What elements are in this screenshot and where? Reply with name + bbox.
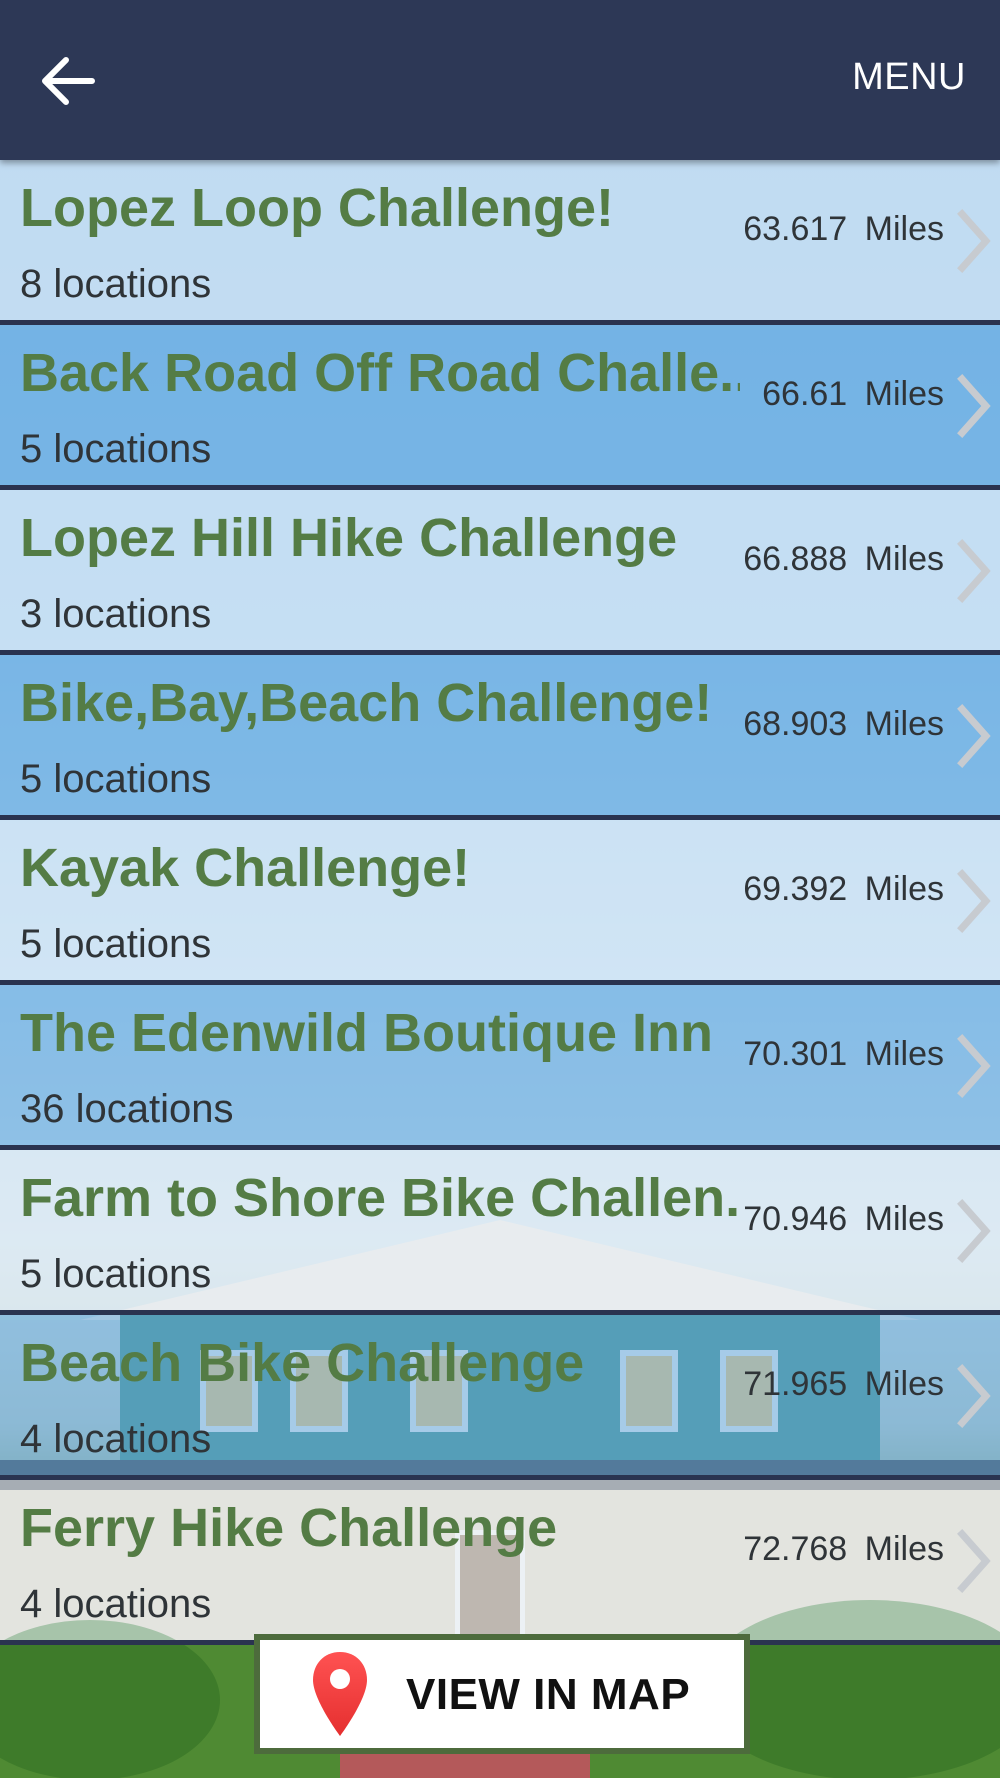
challenge-title: Ferry Hike Challenge — [20, 1498, 558, 1558]
challenge-title: Kayak Challenge! — [20, 838, 471, 898]
challenge-row[interactable]: Lopez Hill Hike Challenge 3 locations 66.8… — [0, 490, 1000, 655]
challenge-row[interactable]: Bike,Bay,Beach Challenge! 5 locations 68.9… — [0, 655, 1000, 820]
challenge-list: Lopez Loop Challenge! 8 locations 63.617 M… — [0, 160, 1000, 1645]
chevron-right-icon — [957, 209, 991, 273]
challenge-title: Lopez Hill Hike Challenge — [20, 508, 678, 568]
challenge-location-count: 8 locations — [20, 262, 212, 306]
challenge-row[interactable]: Back Road Off Road Challe.. 5 locations 66… — [0, 325, 1000, 490]
chevron-right-icon — [957, 869, 991, 933]
challenge-distance: 71.965 Miles — [743, 1365, 944, 1403]
challenge-location-count: 4 locations — [20, 1417, 212, 1461]
back-button[interactable] — [32, 50, 102, 112]
challenge-distance: 68.903 Miles — [743, 705, 944, 743]
challenge-location-count: 5 locations — [20, 1252, 212, 1296]
challenge-location-count: 5 locations — [20, 757, 212, 801]
challenge-row[interactable]: Farm to Shore Bike Challen.. 5 locations 7… — [0, 1150, 1000, 1315]
arrow-left-icon — [42, 57, 95, 105]
challenge-distance: 70.301 Miles — [743, 1035, 944, 1073]
challenge-row[interactable]: The Edenwild Boutique Inn 36 locations 70.… — [0, 985, 1000, 1150]
chevron-right-icon — [957, 1199, 991, 1263]
challenge-location-count: 5 locations — [20, 922, 212, 966]
challenge-distance: 69.392 Miles — [743, 870, 944, 908]
challenge-title: Back Road Off Road Challe.. — [20, 343, 740, 403]
challenge-location-count: 3 locations — [20, 592, 212, 636]
challenge-title: Beach Bike Challenge — [20, 1333, 585, 1393]
chevron-right-icon — [957, 1529, 991, 1593]
menu-button[interactable]: MENU — [852, 56, 966, 99]
chevron-right-icon — [957, 374, 991, 438]
challenge-title: Farm to Shore Bike Challen.. — [20, 1168, 740, 1228]
challenge-row[interactable]: Kayak Challenge! 5 locations 69.392 Miles — [0, 820, 1000, 985]
challenge-distance: 70.946 Miles — [743, 1200, 944, 1238]
chevron-right-icon — [957, 1034, 991, 1098]
challenge-title: Lopez Loop Challenge! — [20, 178, 614, 238]
challenge-title: Bike,Bay,Beach Challenge! — [20, 673, 713, 733]
challenge-row[interactable]: Beach Bike Challenge 4 locations 71.965 Mi… — [0, 1315, 1000, 1480]
view-in-map-button[interactable]: VIEW IN MAP — [254, 1634, 750, 1754]
challenge-distance: 72.768 Miles — [743, 1530, 944, 1568]
view-in-map-label: VIEW IN MAP — [406, 1670, 691, 1719]
challenge-row[interactable]: Lopez Loop Challenge! 8 locations 63.617 M… — [0, 160, 1000, 325]
challenge-location-count: 5 locations — [20, 427, 212, 471]
challenge-distance: 66.61 Miles — [762, 375, 944, 413]
challenge-location-count: 36 locations — [20, 1087, 234, 1131]
app-header: MENU — [0, 0, 1000, 160]
chevron-right-icon — [957, 704, 991, 768]
challenge-location-count: 4 locations — [20, 1582, 212, 1626]
chevron-right-icon — [957, 1364, 991, 1428]
challenge-row[interactable]: Ferry Hike Challenge 4 locations 72.768 Mi… — [0, 1480, 1000, 1645]
challenge-distance: 63.617 Miles — [743, 210, 944, 248]
challenge-title: The Edenwild Boutique Inn — [20, 1003, 713, 1063]
challenge-distance: 66.888 Miles — [743, 540, 944, 578]
map-pin-icon — [313, 1652, 367, 1736]
chevron-right-icon — [957, 539, 991, 603]
